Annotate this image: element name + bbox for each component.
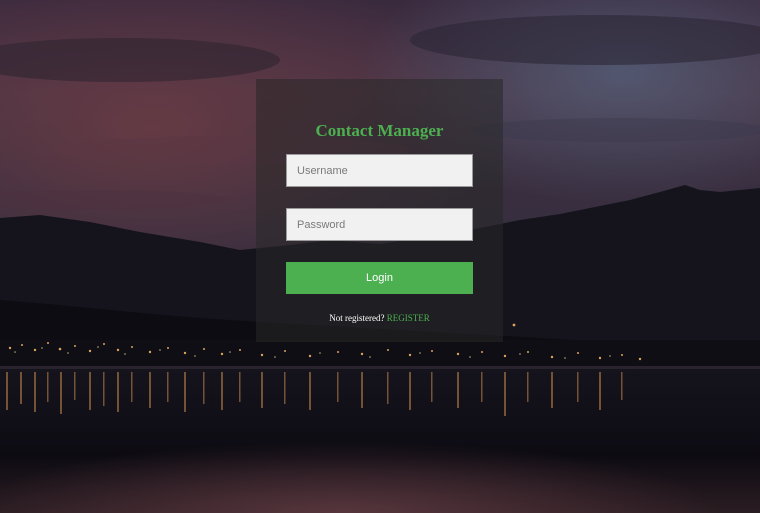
login-card: Contact Manager Login Not registered? RE…	[256, 79, 503, 342]
username-input[interactable]	[286, 154, 473, 187]
register-prompt-line: Not registered? REGISTER	[256, 313, 503, 323]
register-link[interactable]: REGISTER	[387, 313, 430, 323]
login-button[interactable]: Login	[286, 262, 473, 294]
app-title: Contact Manager	[315, 121, 444, 140]
password-input[interactable]	[286, 208, 473, 241]
register-prompt-text: Not registered?	[329, 313, 385, 323]
